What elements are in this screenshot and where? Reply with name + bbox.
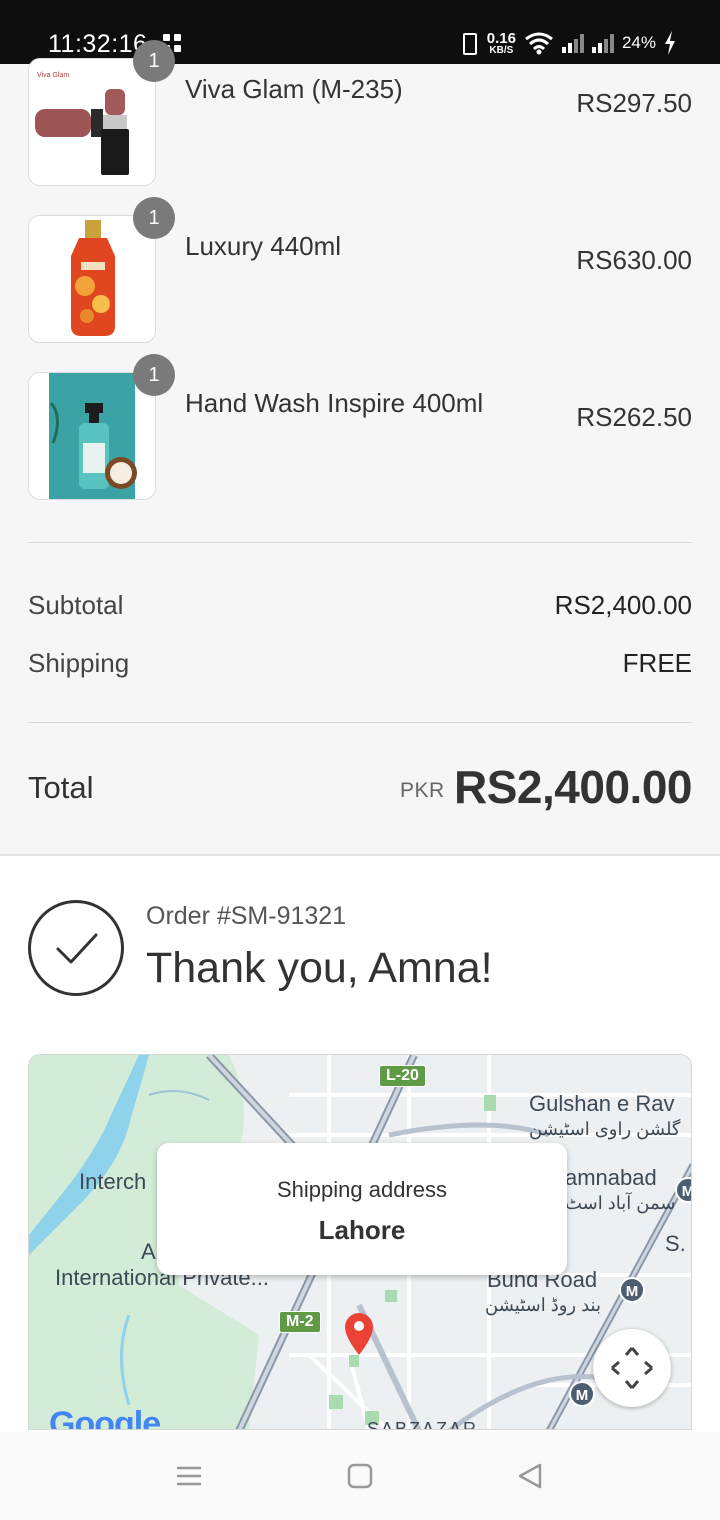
menu-icon[interactable] [175, 1462, 203, 1490]
popup-city: Lahore [318, 1215, 406, 1245]
wifi-icon [525, 32, 553, 55]
subtotal-value: RS2,400.00 [554, 590, 692, 620]
network-speed-unit: KB/S [489, 44, 514, 56]
shipping-label: Shipping [28, 648, 130, 678]
order-number: Order #SM-91321 [146, 902, 347, 930]
map-label-a: A [141, 1239, 156, 1264]
metro-station-icon: M [569, 1381, 595, 1407]
thank-you-heading: Thank you, Amna! [146, 944, 493, 992]
map-label-gulshan-urdu: گلشن راوی اسٹیشن [529, 1119, 681, 1139]
network-speed-value: 0.16 [486, 29, 516, 47]
currency-code: PKR [400, 779, 445, 802]
item-price: RS262.50 [576, 402, 692, 432]
item-price: RS297.50 [576, 88, 692, 118]
quantity-badge: 1 [133, 40, 175, 82]
item-name: Viva Glam (M-235) [185, 74, 403, 104]
map-label-s: S. [665, 1231, 686, 1256]
lipstick-brand-text: Viva Glam [37, 72, 69, 79]
map-label-bund-road-urdu: بند روڈ اسٹیشن [485, 1295, 601, 1315]
status-time: 11:32:16 [48, 30, 148, 58]
charging-icon [665, 31, 675, 55]
signal-icon-1 [561, 33, 584, 53]
body-wash-bottle-image [29, 216, 155, 342]
signal-icon-2 [591, 33, 614, 53]
total-label: Total [28, 770, 94, 805]
list-item: Viva Glam 1 Viva Glam (M-235) RS297.50 [28, 40, 692, 186]
divider [28, 542, 692, 543]
divider [28, 722, 692, 723]
quantity-badge: 1 [133, 197, 175, 239]
shipping-value: FREE [622, 648, 692, 678]
road-shield-m2: M-2 [279, 1311, 321, 1333]
item-name: Hand Wash Inspire 400ml [185, 388, 484, 418]
subtotal-row: Subtotal RS2,400.00 [28, 590, 692, 621]
status-bar: 11:32:16 0.16 KB/S 24% [0, 0, 720, 64]
map-label-sabzazar: SABZAZAR [367, 1419, 479, 1430]
location-pin-icon [345, 1313, 373, 1355]
google-logo: Google [49, 1405, 161, 1430]
shipping-address-popup: Shipping address Lahore [157, 1143, 567, 1275]
lipstick-image: Viva Glam [29, 59, 155, 185]
quantity-badge: 1 [133, 354, 175, 396]
list-item: 1 Luxury 440ml RS630.00 [28, 197, 692, 343]
total-value: RS2,400.00 [454, 761, 692, 813]
road-shield-l20: L-20 [379, 1065, 426, 1087]
shipping-map[interactable]: L-20 M-2 Gulshan e Rav گلشن راوی اسٹیشن … [28, 1054, 692, 1430]
item-price: RS630.00 [576, 245, 692, 275]
hand-wash-image [29, 373, 155, 499]
back-icon[interactable] [516, 1462, 544, 1490]
map-label-gulshan: Gulshan e Rav [529, 1091, 675, 1116]
metro-station-icon: M [619, 1277, 645, 1303]
item-name: Luxury 440ml [185, 231, 342, 261]
system-nav-bar [0, 1432, 720, 1520]
section-divider [0, 854, 720, 856]
subtotal-label: Subtotal [28, 590, 124, 620]
product-image [28, 215, 156, 343]
product-image [28, 372, 156, 500]
check-circle-icon [28, 900, 124, 996]
home-icon[interactable] [346, 1462, 374, 1490]
popup-title: Shipping address [276, 1177, 447, 1202]
vibrate-icon [457, 31, 479, 55]
map-label-samnabad: amnabad [565, 1165, 657, 1190]
order-summary: Viva Glam 1 Viva Glam (M-235) RS297.50 1… [0, 40, 720, 854]
product-image: Viva Glam [28, 58, 156, 186]
list-item: 1 Hand Wash Inspire 400ml RS262.50 [28, 354, 692, 500]
battery-percent: 24% [621, 33, 656, 52]
status-icons: 0.16 KB/S 24% [457, 28, 676, 58]
expand-arrows-icon [611, 1347, 653, 1389]
shipping-row: Shipping FREE [28, 648, 692, 679]
network-speed: 0.16 KB/S [487, 31, 516, 56]
expand-map-button[interactable] [593, 1329, 671, 1407]
map-label-samnabad-urdu: سمن آباد اسٹ [565, 1193, 676, 1213]
map-label-interch: Interch [79, 1169, 147, 1194]
